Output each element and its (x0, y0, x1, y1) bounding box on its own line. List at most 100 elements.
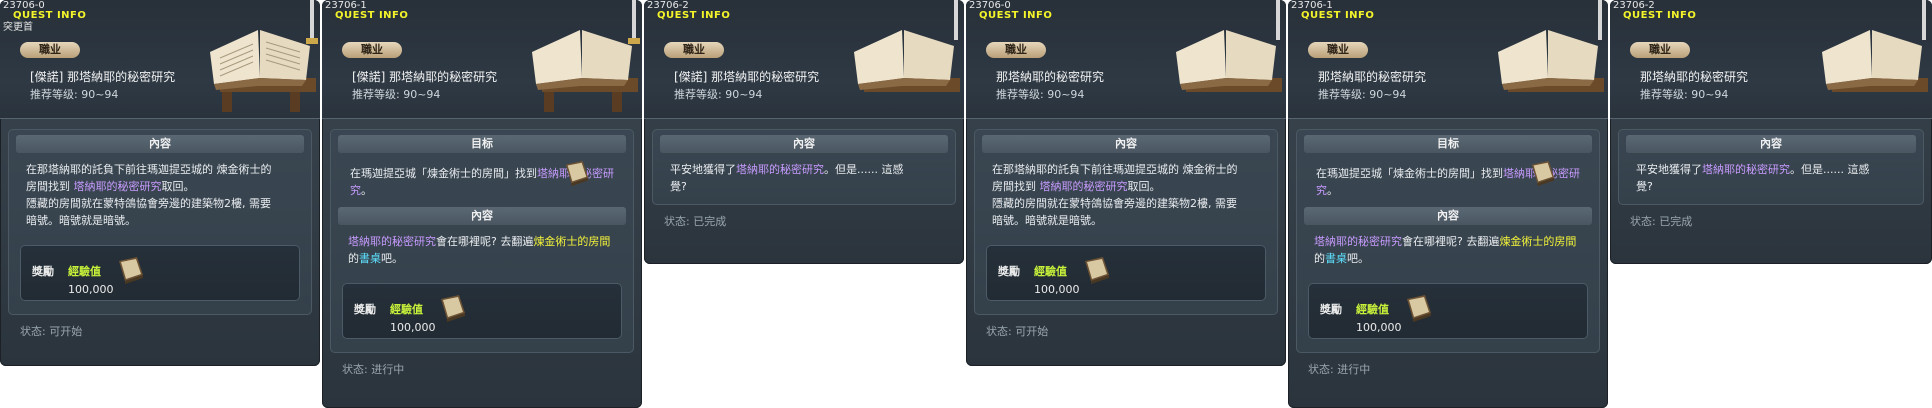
book-item-icon (565, 160, 589, 187)
content-text: 在那塔納耶的託負下前往瑪迦提亞城的 煉金術士的 房間找到 塔納耶的秘密研究取回。… (992, 163, 1238, 227)
quest-info-label: QUEST INFO (657, 10, 731, 21)
header-sub-text: 突更首 (3, 22, 33, 33)
panel-body: 內容 在那塔納耶的託負下前往瑪迦提亞城的 煉金術士的 房間找到 塔納耶的秘密研究… (966, 119, 1286, 355)
object-name: 書桌 (359, 252, 381, 265)
open-book-illustration-icon (532, 0, 640, 112)
location-name: 煉金術士的房間 (1499, 235, 1577, 248)
quest-title: [傑諾] 那塔納耶的秘密研究 (30, 70, 176, 84)
exp-label: 經驗值 (1356, 303, 1389, 316)
reward-label: 獎勵 (998, 265, 1020, 278)
goal-section-title: 目标 (1304, 135, 1592, 153)
quest-item-name: 塔納耶的秘密研究 (736, 163, 824, 176)
job-badge: 職业 (342, 42, 402, 58)
reward-box: 獎勵 經驗值 100,000 (20, 245, 300, 301)
quest-info-label: QUEST INFO (335, 10, 409, 21)
goal-section-title: 目标 (338, 135, 626, 153)
quest-panel: 23706-1 QUEST INFO 職业 那塔納耶的秘密研究 推荐等级: 90… (1288, 0, 1608, 408)
book-item-icon (441, 295, 465, 322)
exp-label: 經驗值 (1034, 265, 1067, 278)
content-section: 內容 在那塔納耶的託負下前往瑪迦提亞城的 煉金術士的 房間找到 塔納耶的秘密研究… (8, 129, 312, 315)
quest-status: 状态: 可开始 (986, 325, 1049, 338)
quest-status: 状态: 进行中 (342, 363, 405, 376)
job-badge: 職业 (1308, 42, 1368, 58)
reward-label: 獎勵 (1320, 303, 1342, 316)
quest-item-name: 塔納耶的秘密研究 (348, 235, 436, 248)
quest-panel: 23706-0 QUEST INFO 職业 那塔納耶的秘密研究 推荐等级: 90… (966, 0, 1286, 366)
goal-section: 目标 在瑪迦提亞城「煉金術士的房間」找到塔納耶的秘密研究。 內容 塔納耶的秘密研… (330, 129, 634, 353)
exp-label: 經驗值 (68, 265, 101, 278)
panel-header: 23706-0 QUEST INFO 職业 那塔納耶的秘密研究 推荐等级: 90… (966, 0, 1286, 119)
quest-title: 那塔納耶的秘密研究 (1318, 70, 1427, 84)
content-text: 塔納耶的秘密研究會在哪裡呢? 去翻遍煉金術士的房間的書桌吧。 (1314, 235, 1577, 265)
quest-status: 状态: 可开始 (20, 325, 83, 338)
book-item-icon (1085, 257, 1109, 284)
content-section-title: 內容 (982, 135, 1270, 153)
content-section-title: 內容 (1626, 135, 1916, 153)
content-section: 內容 在那塔納耶的託負下前往瑪迦提亞城的 煉金術士的 房間找到 塔納耶的秘密研究… (974, 129, 1278, 315)
recommended-level: 推荐等级: 90~94 (1318, 88, 1407, 101)
quest-title: 那塔納耶的秘密研究 (996, 70, 1105, 84)
goal-text: 在瑪迦提亞城「煉金術士的房間」找到塔納耶的秘密研究。 (1302, 159, 1594, 205)
recommended-level: 推荐等级: 90~94 (30, 88, 119, 101)
quest-title: 那塔納耶的秘密研究 (1640, 70, 1749, 84)
reward-box: 獎勵 經驗值 100,000 (342, 283, 622, 339)
reward-label: 獎勵 (32, 265, 54, 278)
panel-body: 內容 平安地獲得了塔納耶的秘密研究。但是...... 這感 覺? 状态: 已完成 (1610, 119, 1932, 245)
open-book-illustration-icon (1822, 0, 1928, 92)
panel-header: 23706-2 QUEST INFO 職业 那塔納耶的秘密研究 推荐等级: 90… (1610, 0, 1932, 119)
book-item-icon (1531, 160, 1555, 187)
job-badge: 職业 (20, 42, 80, 58)
content-section: 內容 平安地獲得了塔納耶的秘密研究。但是...... 這感 覺? (652, 129, 956, 205)
quest-title: [傑諾] 那塔納耶的秘密研究 (674, 70, 820, 84)
quest-info-label: QUEST INFO (13, 10, 87, 21)
book-item-icon (1407, 295, 1431, 322)
panel-body: 內容 平安地獲得了塔納耶的秘密研究。但是...... 這感 覺? 状态: 已完成 (644, 119, 964, 245)
quest-info-label: QUEST INFO (979, 10, 1053, 21)
quest-info-label: QUEST INFO (1301, 10, 1375, 21)
quest-status: 状态: 已完成 (1630, 215, 1693, 228)
recommended-level: 推荐等级: 90~94 (1640, 88, 1729, 101)
panel-header: 23706-1 QUEST INFO 職业 [傑諾] 那塔納耶的秘密研究 推荐等… (322, 0, 642, 119)
reward-label: 獎勵 (354, 303, 376, 316)
exp-value: 100,000 (1034, 283, 1080, 296)
reward-box: 獎勵 經驗值 100,000 (986, 245, 1266, 301)
quest-panel: 23706-0 QUEST INFO 突更首 職业 [傑諾] 那塔納耶的秘密研究… (0, 0, 320, 366)
quest-info-label: QUEST INFO (1623, 10, 1697, 21)
quest-panel: 23706-2 QUEST INFO 職业 那塔納耶的秘密研究 推荐等级: 90… (1610, 0, 1932, 264)
panel-body: 內容 在那塔納耶的託負下前往瑪迦提亞城的 煉金術士的 房間找到 塔納耶的秘密研究… (0, 119, 320, 355)
quest-panel: 23706-1 QUEST INFO 職业 [傑諾] 那塔納耶的秘密研究 推荐等… (322, 0, 642, 408)
content-section-title: 內容 (16, 135, 304, 153)
quest-item-name: 塔納耶的秘密研究 (1702, 163, 1790, 176)
content-section-title: 內容 (660, 135, 948, 153)
content-text: 在那塔納耶的託負下前往瑪迦提亞城的 煉金術士的 房間找到 塔納耶的秘密研究取回。… (26, 163, 272, 227)
panel-body: 目标 在瑪迦提亞城「煉金術士的房間」找到塔納耶的秘密研究。 內容 塔納耶的秘密研… (322, 119, 642, 393)
open-book-illustration-icon (1176, 0, 1282, 92)
exp-value: 100,000 (68, 283, 114, 296)
content-section-title: 內容 (338, 207, 626, 225)
job-badge: 職业 (664, 42, 724, 58)
quest-item-name: 塔納耶的秘密研究 (1314, 235, 1402, 248)
recommended-level: 推荐等级: 90~94 (996, 88, 1085, 101)
quest-item-name: 塔納耶的秘密研究 (73, 180, 162, 193)
exp-label: 經驗值 (390, 303, 423, 316)
job-badge: 職业 (986, 42, 1046, 58)
book-item-icon (119, 257, 143, 284)
location-name: 煉金術士的房間 (533, 235, 611, 248)
open-book-illustration-icon (854, 0, 960, 92)
recommended-level: 推荐等级: 90~94 (674, 88, 763, 101)
content-text: 平安地獲得了塔納耶的秘密研究。但是...... 這感 覺? (1636, 163, 1870, 193)
object-name: 書桌 (1325, 252, 1347, 265)
panel-header: 23706-2 QUEST INFO 職业 [傑諾] 那塔納耶的秘密研究 推荐等… (644, 0, 964, 119)
open-book-illustration-icon (210, 0, 318, 112)
exp-value: 100,000 (390, 321, 436, 334)
panel-body: 目标 在瑪迦提亞城「煉金術士的房間」找到塔納耶的秘密研究。 內容 塔納耶的秘密研… (1288, 119, 1608, 393)
panel-header: 23706-1 QUEST INFO 職业 那塔納耶的秘密研究 推荐等级: 90… (1288, 0, 1608, 119)
content-section-title: 內容 (1304, 207, 1592, 225)
goal-section: 目标 在瑪迦提亞城「煉金術士的房間」找到塔納耶的秘密研究。 內容 塔納耶的秘密研… (1296, 129, 1600, 353)
job-badge: 職业 (1630, 42, 1690, 58)
goal-text: 在瑪迦提亞城「煉金術士的房間」找到塔納耶的秘密研究。 (336, 159, 628, 205)
quest-status: 状态: 进行中 (1308, 363, 1371, 376)
reward-box: 獎勵 經驗值 100,000 (1308, 283, 1588, 339)
open-book-illustration-icon (1498, 0, 1604, 92)
content-text: 平安地獲得了塔納耶的秘密研究。但是...... 這感 覺? (670, 163, 904, 193)
